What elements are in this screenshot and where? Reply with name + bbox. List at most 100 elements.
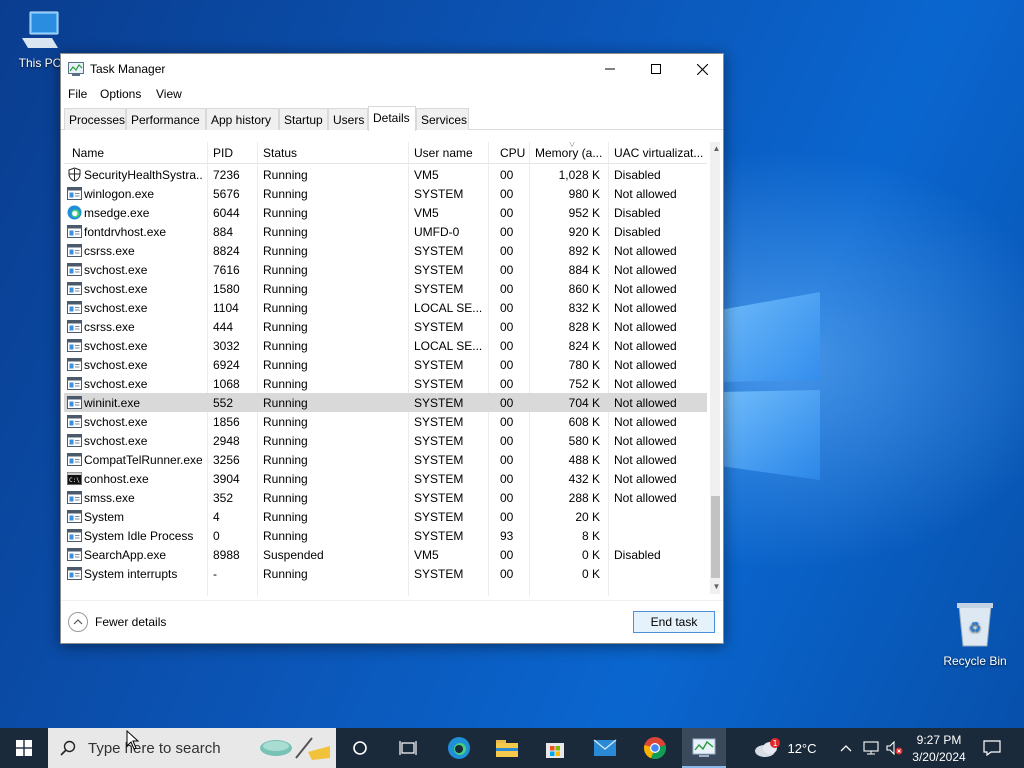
- taskbar-chrome[interactable]: [634, 728, 676, 768]
- volume-button[interactable]: [884, 728, 906, 768]
- table-row[interactable]: CompatTelRunner.exe 3256 Running SYSTEM 00 48…: [64, 450, 707, 469]
- cell-name: wininit.exe: [84, 396, 141, 410]
- tab-services[interactable]: Services: [416, 108, 469, 130]
- tab-users[interactable]: Users: [328, 108, 368, 130]
- cell-status: Running: [263, 358, 308, 372]
- cell-pid: 0: [213, 529, 220, 543]
- end-task-button[interactable]: End task: [633, 611, 715, 633]
- windows-start-icon: [16, 740, 32, 756]
- menu-file[interactable]: File: [68, 87, 87, 101]
- cell-memory: 892 K: [568, 244, 600, 258]
- taskbar-edge[interactable]: [438, 728, 480, 768]
- desktop-icon-recycle-bin[interactable]: ♻ Recycle Bin: [937, 600, 1013, 668]
- weather-widget[interactable]: 1 12°C: [748, 728, 822, 768]
- table-row[interactable]: svchost.exe 7616 Running SYSTEM 00 884 K Not a…: [64, 260, 707, 279]
- taskbar-task-manager[interactable]: [682, 728, 726, 768]
- table-row[interactable]: System 4 Running SYSTEM 00 20 K: [64, 507, 707, 526]
- column-header-status[interactable]: Status: [263, 146, 403, 160]
- taskbar-file-explorer[interactable]: [486, 728, 528, 768]
- details-table: Name PID Status User name CPU ▽ Memory (…: [64, 142, 720, 596]
- table-row[interactable]: SecurityHealthSystra... 7236 Running VM5 00 1…: [64, 165, 707, 184]
- cell-user-name: SYSTEM: [414, 472, 464, 486]
- scroll-up-icon[interactable]: ▲: [710, 142, 720, 156]
- cell-memory: 884 K: [568, 263, 600, 277]
- cell-user-name: SYSTEM: [414, 263, 464, 277]
- cell-status: Running: [263, 491, 308, 505]
- cell-name: svchost.exe: [84, 358, 148, 372]
- table-row[interactable]: smss.exe 352 Running SYSTEM 00 288 K Not allow…: [64, 488, 707, 507]
- table-row[interactable]: svchost.exe 2948 Running SYSTEM 00 580 K Not a…: [64, 431, 707, 450]
- table-row[interactable]: System Idle Process 0 Running SYSTEM 93 8 K: [64, 526, 707, 545]
- cell-status: Running: [263, 187, 308, 201]
- table-row[interactable]: svchost.exe 1580 Running SYSTEM 00 860 K Not a…: [64, 279, 707, 298]
- cell-status: Running: [263, 510, 308, 524]
- window-title: Task Manager: [90, 62, 166, 76]
- column-header-pid[interactable]: PID: [213, 146, 253, 160]
- start-button[interactable]: [0, 728, 48, 768]
- table-row[interactable]: svchost.exe 3032 Running LOCAL SE... 00 824 K…: [64, 336, 707, 355]
- scrollbar-thumb[interactable]: [711, 496, 720, 578]
- column-header-memory[interactable]: Memory (a...: [535, 146, 607, 160]
- console-icon: C:\: [67, 471, 82, 486]
- show-hidden-icons-button[interactable]: [836, 728, 856, 768]
- cell-user-name: SYSTEM: [414, 567, 464, 581]
- taskbar: Type here to search 1 12°C 9:27 PM 3/20/…: [0, 728, 1024, 768]
- table-row[interactable]: System interrupts - Running SYSTEM 00 0 K: [64, 564, 707, 583]
- weather-temperature: 12°C: [787, 740, 817, 756]
- edge-icon: [67, 205, 82, 220]
- cell-name: csrss.exe: [84, 244, 135, 258]
- tab-app-history[interactable]: App history: [206, 108, 279, 130]
- cell-memory: 20 K: [575, 510, 600, 524]
- maximize-button[interactable]: [633, 54, 679, 84]
- tab-processes[interactable]: Processes: [64, 108, 126, 130]
- table-row[interactable]: csrss.exe 444 Running SYSTEM 00 828 K Not allo…: [64, 317, 707, 336]
- menu-view[interactable]: View: [156, 87, 182, 101]
- cell-name: svchost.exe: [84, 301, 148, 315]
- cell-uac: Disabled: [614, 225, 661, 239]
- table-row[interactable]: C:\ conhost.exe 3904 Running SYSTEM 00 432 K No…: [64, 469, 707, 488]
- cell-pid: -: [213, 567, 217, 581]
- close-icon: [696, 63, 708, 75]
- cell-status: Running: [263, 567, 308, 581]
- table-row[interactable]: winlogon.exe 5676 Running SYSTEM 00 980 K Not …: [64, 184, 707, 203]
- notifications-button[interactable]: [976, 728, 1008, 768]
- table-row[interactable]: svchost.exe 1856 Running SYSTEM 00 608 K Not a…: [64, 412, 707, 431]
- column-header-user-name[interactable]: User name: [414, 146, 486, 160]
- clock[interactable]: 9:27 PM 3/20/2024: [908, 728, 970, 768]
- menu-options[interactable]: Options: [100, 87, 141, 101]
- title-bar[interactable]: Task Manager: [61, 54, 723, 84]
- taskbar-store[interactable]: [534, 728, 576, 768]
- column-header-uac[interactable]: UAC virtualizat...: [614, 146, 706, 160]
- cell-cpu: 00: [500, 491, 514, 505]
- taskbar-search-box[interactable]: Type here to search: [48, 728, 336, 768]
- cell-status: Running: [263, 244, 308, 258]
- cell-name: svchost.exe: [84, 282, 148, 296]
- table-row[interactable]: svchost.exe 1104 Running LOCAL SE... 00 832 K…: [64, 298, 707, 317]
- column-header-cpu[interactable]: CPU: [500, 146, 528, 160]
- cell-name: smss.exe: [84, 491, 135, 505]
- tab-startup[interactable]: Startup: [279, 108, 328, 130]
- table-row[interactable]: SearchApp.exe 8988 Suspended VM5 00 0 K Disabl…: [64, 545, 707, 564]
- table-row[interactable]: wininit.exe 552 Running SYSTEM 00 704 K Not al…: [64, 393, 707, 412]
- cell-memory: 580 K: [568, 434, 600, 448]
- table-row[interactable]: svchost.exe 6924 Running SYSTEM 00 780 K Not a…: [64, 355, 707, 374]
- search-highlight-icon: [260, 737, 330, 760]
- cell-memory: 828 K: [568, 320, 600, 334]
- scroll-down-icon[interactable]: ▼: [710, 580, 720, 594]
- table-row[interactable]: fontdrvhost.exe 884 Running UMFD-0 00 920 K Di…: [64, 222, 707, 241]
- cortana-button[interactable]: [340, 728, 380, 768]
- table-row[interactable]: svchost.exe 1068 Running SYSTEM 00 752 K Not a…: [64, 374, 707, 393]
- tab-details[interactable]: Details: [368, 106, 416, 131]
- table-row[interactable]: csrss.exe 8824 Running SYSTEM 00 892 K Not all…: [64, 241, 707, 260]
- taskbar-mail[interactable]: [584, 728, 626, 768]
- cell-memory: 752 K: [568, 377, 600, 391]
- cell-pid: 3256: [213, 453, 240, 467]
- task-view-button[interactable]: [388, 728, 428, 768]
- minimize-button[interactable]: [587, 54, 633, 84]
- table-row[interactable]: msedge.exe 6044 Running VM5 00 952 K Disabled: [64, 203, 707, 222]
- close-button[interactable]: [679, 54, 725, 84]
- tab-performance[interactable]: Performance: [126, 108, 206, 130]
- vertical-scrollbar[interactable]: ▲ ▼: [710, 142, 720, 594]
- column-header-name[interactable]: Name: [72, 146, 202, 160]
- network-button[interactable]: [860, 728, 882, 768]
